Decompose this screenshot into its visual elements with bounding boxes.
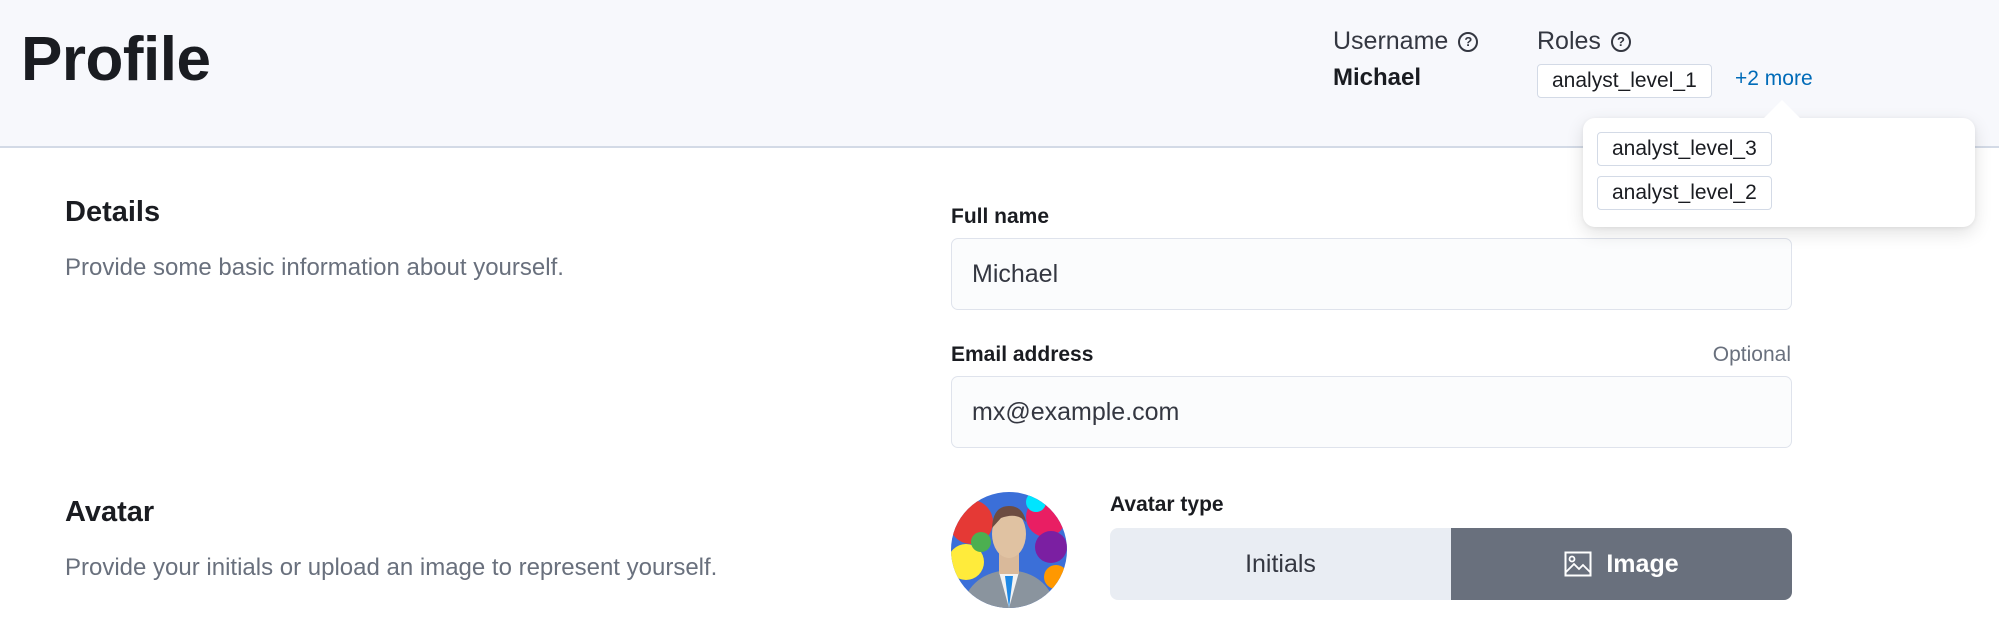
avatar-section-description: Provide your initials or upload an image…: [65, 554, 718, 581]
details-section-description: Provide some basic information about you…: [65, 254, 564, 281]
roles-label: Roles ?: [1537, 27, 1631, 56]
role-badge: analyst_level_2: [1597, 176, 1772, 210]
full-name-input[interactable]: [951, 238, 1792, 310]
more-roles-link[interactable]: +2 more: [1735, 67, 1813, 91]
avatar-type-image-button[interactable]: Image: [1451, 528, 1792, 600]
image-icon: [1564, 551, 1592, 577]
popover-arrow: [1763, 100, 1801, 119]
full-name-label: Full name: [951, 205, 1050, 228]
username-label: Username ?: [1333, 27, 1479, 56]
avatar-type-label: Avatar type: [1110, 493, 1224, 516]
username-value: Michael: [1333, 64, 1422, 91]
help-icon[interactable]: ?: [1458, 31, 1479, 52]
roles-popover: analyst_level_3 analyst_level_2: [1583, 118, 1975, 227]
help-icon[interactable]: ?: [1610, 31, 1631, 52]
role-badge: analyst_level_1: [1537, 64, 1712, 98]
page-title: Profile: [21, 25, 211, 94]
roles-label-text: Roles: [1537, 27, 1601, 55]
email-input[interactable]: [951, 376, 1792, 448]
avatar-portrait-icon: [951, 492, 1067, 608]
initials-label: Initials: [1245, 549, 1316, 578]
avatar-type-initials-button[interactable]: Initials: [1110, 528, 1451, 600]
details-section-title: Details: [65, 196, 161, 228]
role-badge: analyst_level_3: [1597, 132, 1772, 166]
email-optional-hint: Optional: [1712, 343, 1791, 366]
image-label: Image: [1606, 549, 1679, 578]
email-label: Email address: [951, 343, 1094, 366]
avatar-type-toggle: Initials Image: [1110, 528, 1792, 600]
avatar-image: [951, 492, 1067, 608]
username-label-text: Username: [1333, 27, 1449, 55]
avatar-section-title: Avatar: [65, 496, 155, 528]
